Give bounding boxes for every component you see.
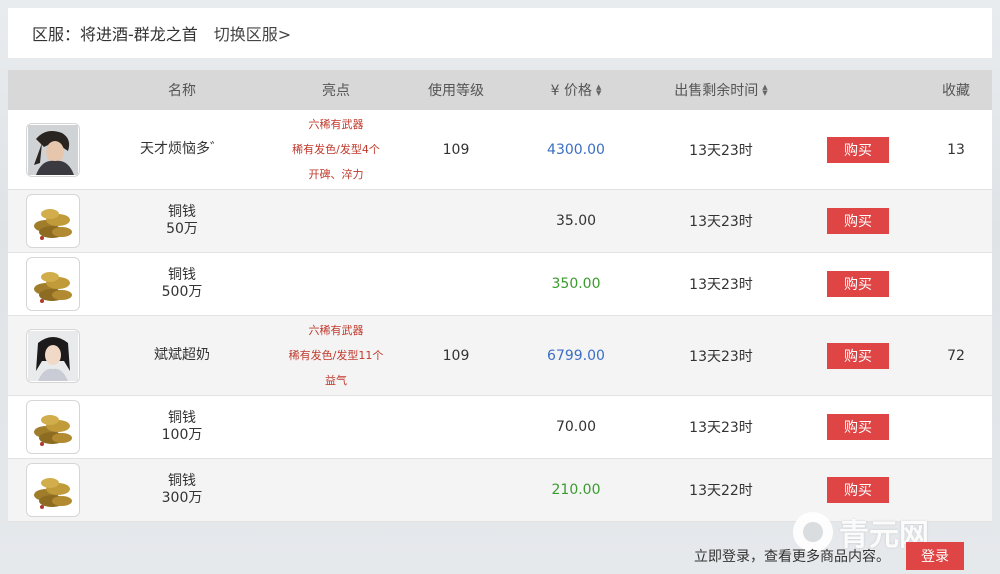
highlight-tag: 六稀有武器 — [308, 324, 364, 337]
item-name-cell[interactable]: 铜钱 50万 — [98, 204, 266, 238]
item-name: 天才烦恼多゛ — [140, 141, 224, 157]
buy-button[interactable]: 购买 — [827, 208, 889, 234]
item-name-cell[interactable]: 铜钱 100万 — [98, 410, 266, 444]
buy-cell: 购买 — [796, 271, 920, 297]
highlights-cell: 六稀有武器稀有发色/发型4个 开碑、淬力 — [266, 112, 406, 187]
table-header: 名称 亮点 使用等级 ¥ 价格 ▲ ▼ 出售剩余时间 ▲ ▼ 收藏 — [8, 70, 992, 110]
item-amount: 100万 — [161, 427, 203, 443]
item-name-cell[interactable]: 铜钱 300万 — [98, 473, 266, 507]
level-value: 109 — [442, 347, 470, 364]
buy-button[interactable]: 购买 — [827, 136, 889, 163]
highlights-cell: 六稀有武器稀有发色/发型11个 益气 — [266, 318, 406, 393]
buy-button[interactable]: 购买 — [827, 342, 889, 369]
time-remaining: 13天23时 — [689, 142, 753, 159]
buy-cell: 购买 — [796, 477, 920, 503]
table-body: 天才烦恼多゛ 六稀有武器 稀有发色/发型4个 开碑、淬力 109 4300.00 1… — [8, 110, 992, 522]
coin-pile-icon[interactable] — [26, 194, 80, 248]
item-image-cell — [8, 257, 98, 311]
character-portrait-icon[interactable] — [26, 122, 80, 177]
highlight-tag: 稀有发色/发型11个 — [288, 349, 384, 362]
table-row[interactable]: 铜钱 100万 70.00 13天23时 购买 — [8, 396, 992, 459]
login-button[interactable]: 登录 — [906, 542, 964, 570]
time-remaining: 13天23时 — [689, 277, 753, 293]
table-row[interactable]: 铜钱 50万 35.00 13天23时 购买 — [8, 190, 992, 253]
header-price-label: ¥ 价格 — [550, 83, 592, 99]
item-name-cell[interactable]: 天才烦恼多゛ — [98, 141, 266, 158]
highlight-tag: 六稀有武器 — [308, 118, 364, 131]
item-amount: 500万 — [161, 284, 203, 300]
header-level: 使用等级 — [428, 83, 484, 99]
buy-button[interactable]: 购买 — [827, 414, 889, 440]
server-label: 区服：将进酒-群龙之首 — [32, 25, 198, 44]
item-amount: 50万 — [166, 221, 198, 237]
price-value: 4300.00 — [547, 141, 605, 158]
time-remaining: 13天23时 — [689, 348, 753, 365]
highlight-tag: 益气 — [324, 374, 347, 387]
table-row[interactable]: 铜钱 500万 350.00 13天23时 购买 — [8, 253, 992, 316]
price-value: 210.00 — [551, 482, 601, 498]
buy-cell: 购买 — [796, 414, 920, 440]
time-remaining: 13天23时 — [689, 214, 753, 230]
buy-cell: 购买 — [796, 136, 920, 163]
item-image-cell — [8, 463, 98, 517]
time-remaining: 13天22时 — [689, 483, 753, 499]
buy-button[interactable]: 购买 — [827, 271, 889, 297]
table-row[interactable]: 天才烦恼多゛ 六稀有武器稀有发色/发型4个 开碑、淬力 109 4300.00 1… — [8, 110, 992, 190]
header-price-sort[interactable]: ¥ 价格 ▲ ▼ — [506, 80, 646, 100]
buy-cell: 购买 — [796, 208, 920, 234]
header-time-label: 出售剩余时间 — [674, 83, 759, 99]
highlight-tag: 稀有发色/发型4个 — [292, 143, 380, 156]
header-time-sort[interactable]: 出售剩余时间 ▲ ▼ — [646, 80, 796, 100]
price-value: 6799.00 — [547, 347, 605, 364]
item-name: 铜钱 — [167, 204, 196, 220]
character-portrait-icon[interactable] — [26, 328, 80, 383]
time-remaining: 13天23时 — [689, 420, 753, 436]
item-image-cell — [8, 400, 98, 454]
buy-button[interactable]: 购买 — [827, 477, 889, 503]
price-value: 350.00 — [551, 276, 601, 292]
sort-icon[interactable]: ▲ ▼ — [596, 84, 601, 97]
item-name: 铜钱 — [167, 410, 196, 426]
login-prompt-text: 立即登录，查看更多商品内容。 — [694, 549, 890, 565]
highlight-tag: 开碑、淬力 — [308, 168, 364, 181]
item-name-cell[interactable]: 斌斌超奶 — [98, 347, 266, 364]
item-name: 铜钱 — [167, 267, 196, 283]
coin-pile-icon[interactable] — [26, 400, 80, 454]
item-image-cell — [8, 194, 98, 248]
header-highlight: 亮点 — [322, 83, 350, 99]
item-image-cell — [8, 122, 98, 177]
price-value: 70.00 — [555, 419, 597, 435]
coin-pile-icon[interactable] — [26, 463, 80, 517]
level-value: 109 — [442, 141, 470, 158]
header-name: 名称 — [168, 83, 196, 99]
header-favorite: 收藏 — [942, 83, 970, 99]
item-amount: 300万 — [161, 490, 203, 506]
table-row[interactable]: 斌斌超奶 六稀有武器稀有发色/发型11个 益气 109 6799.00 13天23… — [8, 316, 992, 396]
favorite-count: 13 — [947, 141, 965, 158]
price-value: 35.00 — [555, 213, 597, 229]
item-name: 斌斌超奶 — [154, 347, 210, 363]
sort-icon[interactable]: ▲ ▼ — [762, 84, 767, 97]
server-bar: 区服：将进酒-群龙之首 切换区服> — [8, 8, 992, 58]
item-image-cell — [8, 328, 98, 383]
buy-cell: 购买 — [796, 342, 920, 369]
item-name-cell[interactable]: 铜钱 500万 — [98, 267, 266, 301]
item-name: 铜钱 — [167, 473, 196, 489]
switch-server-link[interactable]: 切换区服> — [214, 21, 291, 45]
listing-table: 名称 亮点 使用等级 ¥ 价格 ▲ ▼ 出售剩余时间 ▲ ▼ 收藏 天才烦恼多゛ 六… — [8, 70, 992, 522]
favorite-count: 72 — [947, 347, 965, 364]
coin-pile-icon[interactable] — [26, 257, 80, 311]
